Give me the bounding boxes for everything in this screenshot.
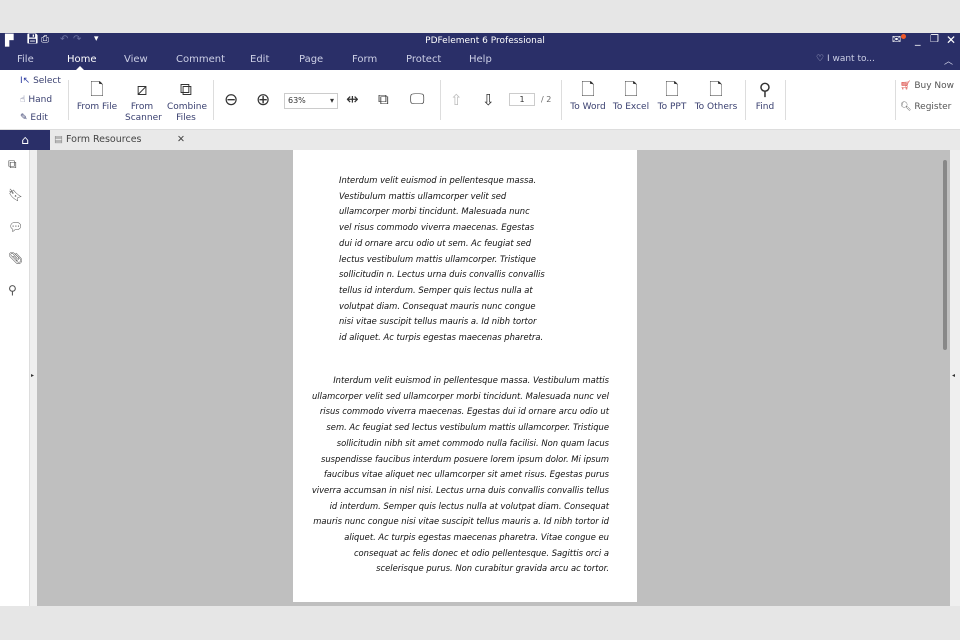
from-file-button[interactable]: 🗋 From File	[76, 80, 118, 113]
text-line: aliquet. Ac turpis egestas maecenas phar…	[344, 532, 609, 542]
select-cursor-icon: I↖	[20, 76, 31, 86]
text-line: viverra accumsan in nisl nisi. Lectus ur…	[311, 484, 609, 495]
new-file-icon: 🗋	[90, 80, 104, 100]
search-icon: ⚲	[758, 80, 772, 100]
right-panel-toggle[interactable]: ◂	[950, 150, 960, 606]
key-search-icon: 🔍︎	[900, 102, 912, 112]
form-icon: ▤	[54, 134, 63, 145]
tab-bar: ⌂ ▤ Form Resources ✕	[0, 130, 960, 150]
page-number-input[interactable]: 1	[509, 93, 535, 106]
to-word-button[interactable]: 🗋 To Word	[566, 80, 610, 113]
attachment-icon[interactable]: 📎︎	[8, 251, 23, 265]
minimize-icon[interactable]: _	[915, 33, 921, 46]
home-icon: ⌂	[21, 133, 29, 147]
text-line: sem. Ac feugiat sed lectus vestibulum ma…	[326, 422, 609, 433]
edit-icon: ✎	[20, 113, 28, 123]
comment-icon[interactable]: 💬︎	[8, 220, 23, 234]
zoom-out-icon[interactable]: ⊖	[224, 90, 238, 110]
zoom-in-icon[interactable]: ⊕	[256, 90, 270, 110]
cart-icon: 🛒︎	[900, 81, 912, 91]
menu-protect[interactable]: Protect	[406, 54, 441, 65]
fit-page-icon[interactable]: ⧉	[378, 90, 389, 108]
text-line: mauris nunc congue nisi vitae suscipit t…	[313, 516, 609, 527]
text-line: id interdum. Semper quis lectus nulla at…	[329, 500, 609, 511]
menu-page[interactable]: Page	[299, 54, 323, 65]
other-file-icon: 🗋	[709, 80, 723, 100]
lightbulb-icon: ♡	[816, 54, 825, 64]
menu-file[interactable]: File	[17, 54, 34, 65]
menu-bar: File Home View Comment Edit Page Form Pr…	[0, 50, 960, 70]
menu-comment[interactable]: Comment	[176, 54, 225, 65]
text-line: sollicitudin nibh sit amet commodo nulla…	[336, 437, 609, 448]
zoom-select[interactable]: 63% ▾	[284, 93, 338, 109]
menu-help[interactable]: Help	[469, 54, 492, 65]
text-line: suspendisse faucibus interdum posuere lo…	[320, 453, 609, 464]
hand-tool[interactable]: ☝ Hand	[20, 95, 52, 105]
ppt-file-icon: 🗋	[665, 80, 679, 100]
tab-form-resources[interactable]: ▤ Form Resources ✕	[50, 130, 190, 150]
text-line: dui id ornare arcu odio ut sem. Ac feugi…	[339, 237, 532, 248]
restore-icon[interactable]: ❐	[930, 34, 939, 45]
menu-view[interactable]: View	[124, 54, 148, 65]
thumbnails-icon[interactable]: ⧉	[8, 157, 17, 172]
text-line: ullamcorper morbi tincidunt. Malesuada n…	[339, 206, 530, 217]
search-panel-icon[interactable]: ⚲	[8, 283, 17, 297]
text-line: risus commodo viverra maecenas. Egestas …	[319, 406, 609, 417]
fit-width-icon[interactable]: ⇹	[346, 90, 359, 108]
text-line: sollicitudin n. Lectus urna duis convall…	[339, 269, 545, 280]
text-line: Interdum velit euismod in pellentesque m…	[339, 175, 537, 185]
window-title: PDFelement 6 Professional	[425, 36, 545, 46]
text-line: vel risus commodo viverra maecenas. Eges…	[339, 222, 535, 233]
text-line: ullamcorper velit sed ullamcorper morbi …	[312, 390, 609, 401]
full-screen-icon[interactable]: 🖵︎	[410, 90, 424, 108]
scrollbar-thumb[interactable]	[943, 160, 947, 350]
text-line: faucibus vitae aliquet nec ullamcorper s…	[323, 469, 609, 480]
text-line: tellus id interdum. Semper quis lectus n…	[339, 284, 533, 295]
text-line: Vestibulum mattis ullamcorper velit sed	[339, 190, 507, 201]
home-tab[interactable]: ⌂	[0, 130, 50, 150]
hand-icon: ☝	[20, 95, 26, 105]
i-want-to[interactable]: ♡ I want to...	[816, 54, 875, 64]
mail-icon[interactable]: ✉	[892, 33, 906, 46]
scanner-icon: ⧄	[136, 80, 148, 100]
collapse-ribbon-icon[interactable]: ︿	[944, 54, 953, 67]
title-bar: ▛ 💾︎ ⎙ ↶ ↷ ▾ PDFelement 6 Professional ✉…	[0, 33, 960, 50]
ribbon: I↖ Select ☝ Hand ✎ Edit 🗋 From File ⧄ From…	[0, 70, 960, 130]
pdf-page: Interdum velit euismod in pellentesque m…	[293, 150, 637, 602]
combine-files-button[interactable]: ⧉ Combine Files	[164, 80, 208, 124]
to-ppt-button[interactable]: 🗋 To PPT	[652, 80, 692, 113]
buy-now-button[interactable]: 🛒︎ Buy Now	[900, 81, 954, 91]
text-line: consequat ac felis donec et odio pellent…	[353, 547, 609, 558]
excel-file-icon: 🗋	[624, 80, 638, 100]
text-line: id aliquet. Ac turpis egestas maecenas p…	[339, 332, 544, 342]
from-scanner-button[interactable]: ⧄ From Scanner	[121, 80, 163, 124]
find-button[interactable]: ⚲ Find	[750, 80, 780, 113]
text-line: volutpat diam. Consequat mauris nunc con…	[339, 300, 536, 311]
next-page-icon[interactable]: ⇩	[482, 91, 495, 109]
page-total: / 2	[541, 95, 552, 104]
text-line: Interdum velit euismod in pellentesque m…	[333, 375, 609, 385]
text-line: nisi vitae suscipit tellus mauris a. Id …	[339, 316, 537, 327]
text-line: lectus vestibulum mattis ullamcorper. Tr…	[339, 253, 536, 264]
scrollbar[interactable]	[940, 150, 950, 606]
menu-edit[interactable]: Edit	[250, 54, 269, 65]
prev-page-icon[interactable]: ⇧	[450, 91, 463, 109]
edit-tool[interactable]: ✎ Edit	[20, 113, 48, 123]
bookmark-icon[interactable]: 🔖︎	[8, 188, 23, 202]
menu-home[interactable]: Home	[67, 54, 97, 65]
register-button[interactable]: 🔍︎ Register	[900, 102, 951, 112]
to-excel-button[interactable]: 🗋 To Excel	[610, 80, 652, 113]
word-file-icon: 🗋	[581, 80, 595, 100]
to-others-button[interactable]: 🗋 To Others	[692, 80, 740, 113]
text-line: scelerisque purus. Non curabitur gravida…	[376, 563, 609, 574]
close-icon[interactable]: ✕	[946, 33, 956, 47]
menu-form[interactable]: Form	[352, 54, 377, 65]
left-sidebar: ⧉ 🔖︎ 💬︎ 📎︎ ⚲	[0, 150, 30, 606]
sidebar-toggle[interactable]: ▸	[30, 150, 37, 606]
select-tool[interactable]: I↖ Select	[20, 76, 61, 86]
combine-icon: ⧉	[179, 80, 193, 100]
close-tab-icon[interactable]: ✕	[177, 130, 185, 150]
